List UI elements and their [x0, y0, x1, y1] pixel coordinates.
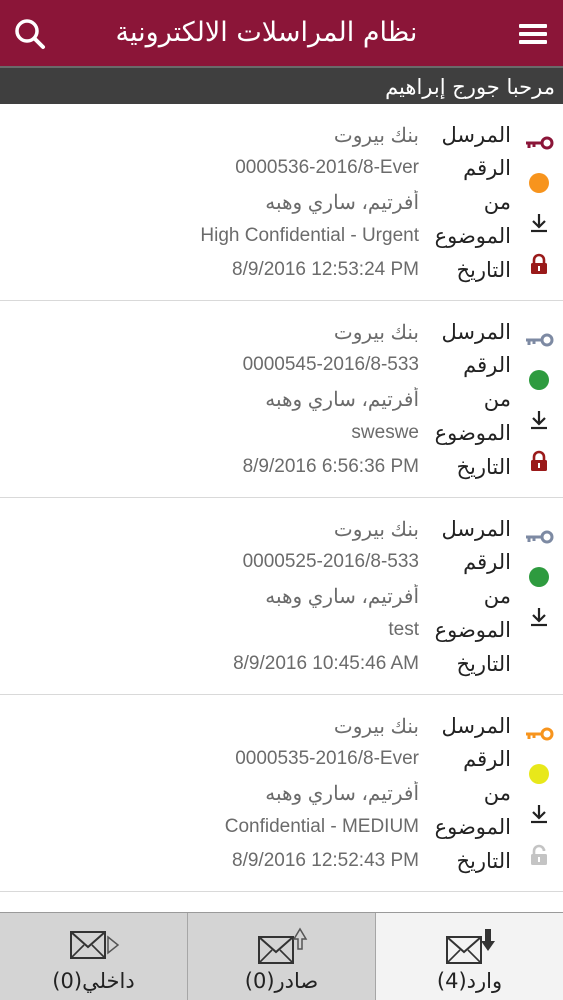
field-row-sender: المرسل بنك بيروت — [41, 709, 511, 743]
message-status-icons — [513, 104, 563, 301]
priority-dot-icon — [523, 759, 555, 789]
field-value-date: 8/9/2016 12:52:43 PM — [232, 850, 419, 871]
field-row-number: الرقم 0000535-2016/8-Ever — [41, 742, 511, 776]
bottom-tab-bar: داخلي(0) صادر(0) وارد(4) — [0, 912, 563, 1000]
field-row-subject: الموضوع test — [41, 613, 511, 647]
tab-incoming[interactable]: وارد(4) — [376, 913, 563, 1000]
field-value-subject: test — [388, 619, 419, 640]
field-value-from: أفرتيم، ساري وهبه — [265, 585, 419, 608]
tab-incoming-label: وارد(4) — [436, 969, 503, 993]
download-icon[interactable] — [523, 405, 555, 435]
key-icon — [523, 325, 555, 355]
field-row-subject: الموضوع High Confidential - Urgent — [41, 219, 511, 253]
field-value-date: 8/9/2016 6:56:36 PM — [242, 456, 419, 477]
field-row-date: التاريخ 8/9/2016 12:52:43 PM — [41, 844, 511, 878]
hamburger-menu-icon[interactable] — [517, 18, 549, 50]
field-label-date: التاريخ — [456, 455, 511, 479]
field-row-number: الرقم 0000536-2016/8-Ever — [41, 151, 511, 185]
field-label-sender: المرسل — [441, 123, 511, 147]
field-label-subject: الموضوع — [434, 815, 511, 839]
field-label-from: من — [483, 584, 511, 608]
message-item[interactable]: المرسل بنك بيروت الرقم 0000535-2016/8-Ever م… — [0, 695, 563, 892]
field-value-from: أفرتيم، ساري وهبه — [265, 782, 419, 805]
tab-internal[interactable]: داخلي(0) — [0, 913, 188, 1000]
field-value-subject: Confidential - MEDIUM — [224, 816, 419, 837]
field-row-from: من أفرتيم، ساري وهبه — [41, 579, 511, 613]
field-row-subject: الموضوع sweswe — [41, 416, 511, 450]
download-icon[interactable] — [523, 602, 555, 632]
field-value-from: أفرتيم، ساري وهبه — [265, 191, 419, 214]
field-value-subject: sweswe — [351, 422, 419, 443]
field-label-sender: المرسل — [441, 320, 511, 344]
field-value-number: 0000545-2016/8-533 — [242, 354, 419, 375]
field-value-sender: بنك بيروت — [333, 124, 419, 147]
field-row-date: التاريخ 8/9/2016 12:53:24 PM — [41, 253, 511, 287]
field-label-subject: الموضوع — [434, 618, 511, 642]
field-label-date: التاريخ — [456, 652, 511, 676]
field-row-sender: المرسل بنك بيروت — [41, 118, 511, 152]
app-title: نظام المراسلات الالكترونية — [115, 17, 418, 48]
message-status-icons — [513, 301, 563, 498]
message-item[interactable]: المرسل بنك بيروت الرقم 0000525-2016/8-533 من… — [0, 498, 563, 695]
field-value-date: 8/9/2016 12:53:24 PM — [232, 259, 419, 280]
field-row-from: من أفرتيم، ساري وهبه — [41, 776, 511, 810]
lock-icon — [523, 249, 555, 279]
field-row-date: التاريخ 8/9/2016 6:56:36 PM — [41, 450, 511, 484]
field-value-subject: High Confidential - Urgent — [200, 225, 419, 246]
field-row-from: من أفرتيم، ساري وهبه — [41, 185, 511, 219]
field-label-sender: المرسل — [441, 714, 511, 738]
field-row-from: من أفرتيم، ساري وهبه — [41, 382, 511, 416]
field-value-from: أفرتيم، ساري وهبه — [265, 388, 419, 411]
tab-outgoing[interactable]: صادر(0) — [188, 913, 376, 1000]
field-label-number: الرقم — [463, 550, 511, 574]
field-label-number: الرقم — [463, 353, 511, 377]
field-row-number: الرقم 0000525-2016/8-533 — [41, 545, 511, 579]
field-label-date: التاريخ — [456, 258, 511, 282]
message-status-icons — [513, 498, 563, 695]
priority-dot-icon — [523, 562, 555, 592]
message-list: المرسل بنك بيروت الرقم 0000536-2016/8-Ever م… — [0, 104, 563, 892]
priority-dot-icon — [523, 365, 555, 395]
field-value-sender: بنك بيروت — [333, 321, 419, 344]
field-label-date: التاريخ — [456, 849, 511, 873]
incoming-mail-icon — [444, 927, 496, 971]
field-label-subject: الموضوع — [434, 421, 511, 445]
lock-icon — [523, 446, 555, 476]
message-item[interactable]: المرسل بنك بيروت الرقم 0000545-2016/8-533 من… — [0, 301, 563, 498]
field-label-subject: الموضوع — [434, 224, 511, 248]
field-label-from: من — [483, 190, 511, 214]
tab-internal-label: داخلي(0) — [52, 969, 135, 993]
field-value-sender: بنك بيروت — [333, 715, 419, 738]
field-row-subject: الموضوع Confidential - MEDIUM — [41, 810, 511, 844]
field-row-number: الرقم 0000545-2016/8-533 — [41, 348, 511, 382]
priority-dot-icon — [523, 168, 555, 198]
key-icon — [523, 719, 555, 749]
key-icon — [523, 522, 555, 552]
message-status-icons — [513, 695, 563, 892]
unlock-icon — [523, 840, 555, 870]
download-icon[interactable] — [523, 208, 555, 238]
field-label-from: من — [483, 781, 511, 805]
field-value-date: 8/9/2016 10:45:46 AM — [233, 653, 419, 674]
field-value-number: 0000536-2016/8-Ever — [235, 157, 419, 178]
field-row-sender: المرسل بنك بيروت — [41, 512, 511, 546]
search-icon[interactable] — [10, 14, 50, 54]
field-row-date: التاريخ 8/9/2016 10:45:46 AM — [41, 647, 511, 681]
internal-mail-icon — [68, 927, 120, 969]
key-icon — [523, 128, 555, 158]
field-label-number: الرقم — [463, 747, 511, 771]
tab-outgoing-label: صادر(0) — [244, 969, 319, 993]
field-label-number: الرقم — [463, 156, 511, 180]
welcome-banner: مرحبا جورج إبراهيم — [0, 66, 563, 104]
message-item[interactable]: المرسل بنك بيروت الرقم 0000536-2016/8-Ever م… — [0, 104, 563, 301]
field-value-sender: بنك بيروت — [333, 518, 419, 541]
field-value-number: 0000535-2016/8-Ever — [235, 748, 419, 769]
field-row-sender: المرسل بنك بيروت — [41, 315, 511, 349]
outgoing-mail-icon — [256, 927, 308, 971]
field-value-number: 0000525-2016/8-533 — [242, 551, 419, 572]
app-header: نظام المراسلات الالكترونية — [0, 0, 563, 66]
field-label-sender: المرسل — [441, 517, 511, 541]
download-icon[interactable] — [523, 799, 555, 829]
field-label-from: من — [483, 387, 511, 411]
